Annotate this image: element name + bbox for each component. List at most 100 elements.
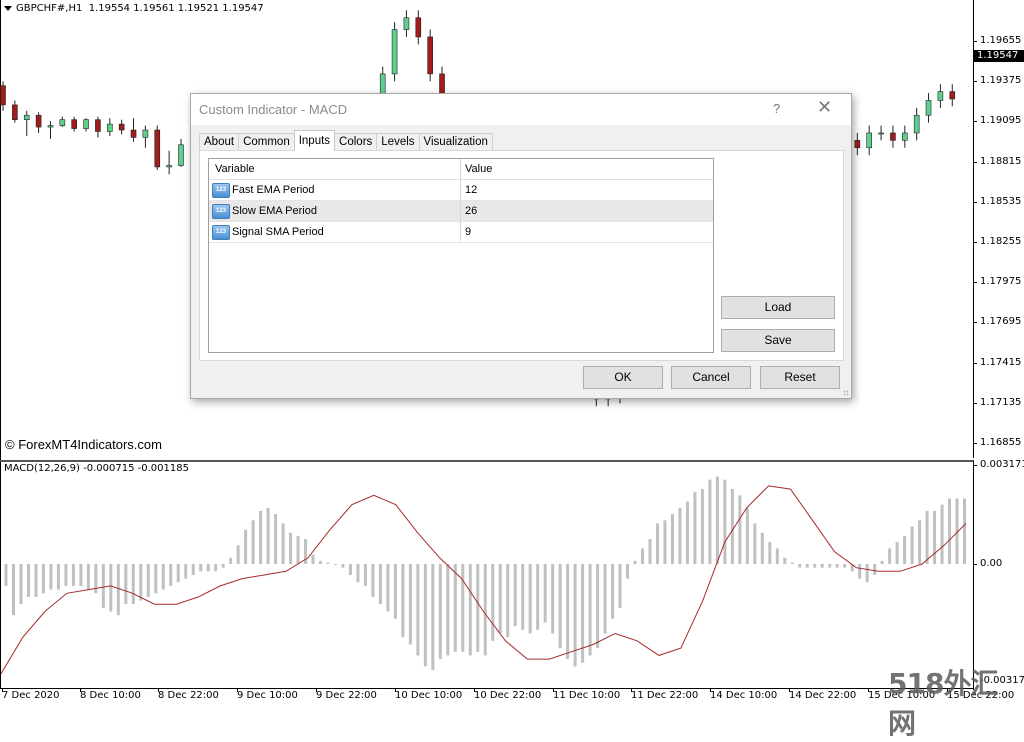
tab-common[interactable]: Common xyxy=(238,133,295,151)
macd-histogram-bar xyxy=(865,564,869,583)
macd-histogram-bar xyxy=(738,495,742,564)
macd-histogram-bar xyxy=(775,548,779,564)
tab-about[interactable]: About xyxy=(199,133,240,151)
macd-histogram-bar xyxy=(820,564,824,568)
macd-histogram-bar xyxy=(948,498,952,564)
macd-histogram-bar xyxy=(169,564,173,586)
macd-histogram-bar xyxy=(251,520,255,564)
macd-histogram-bar xyxy=(648,539,652,564)
macd-histogram-bar xyxy=(221,564,225,568)
macd-histogram-bar xyxy=(131,564,135,605)
symbol-header[interactable]: GBPCHF#,H1 1.19554 1.19561 1.19521 1.195… xyxy=(4,3,264,14)
variable-value[interactable]: 26 xyxy=(465,205,477,217)
macd-histogram-bar xyxy=(685,501,689,564)
macd-histogram-bar xyxy=(393,564,397,619)
macd-histogram-bar xyxy=(655,523,659,564)
price-axis-tick xyxy=(973,322,977,324)
macd-histogram-bar xyxy=(71,564,75,586)
macd-axis-tick xyxy=(973,465,977,466)
grid-row-fast-ema[interactable]: 123 Fast EMA Period 12 xyxy=(209,180,713,201)
macd-histogram-bar xyxy=(64,564,68,586)
macd-histogram-bar xyxy=(753,523,757,564)
macd-histogram-bar xyxy=(588,564,592,656)
grid-header: Variable Value xyxy=(209,159,713,180)
time-axis-label: 7 Dec 2020 xyxy=(2,690,60,701)
dialog-titlebar[interactable]: Custom Indicator - MACD ? ✕ xyxy=(191,94,851,125)
price-axis-label: 1.19375 xyxy=(980,75,1022,87)
macd-histogram-bar xyxy=(363,564,367,586)
macd-histogram-bar xyxy=(101,564,105,608)
time-axis-tick xyxy=(474,688,475,692)
header-variable[interactable]: Variable xyxy=(215,163,255,175)
close-button[interactable]: ✕ xyxy=(817,98,832,116)
price-axis-tick xyxy=(973,161,977,163)
macd-histogram-bar xyxy=(843,564,847,568)
time-axis-tick xyxy=(80,688,81,692)
macd-histogram-bar xyxy=(528,564,532,634)
macd-histogram-bar xyxy=(918,520,922,564)
macd-histogram-bar xyxy=(626,564,630,579)
macd-histogram-bar xyxy=(513,564,517,627)
macd-histogram-bar xyxy=(34,564,38,597)
time-axis-label: 8 Dec 10:00 xyxy=(80,690,141,701)
variable-name: Signal SMA Period xyxy=(232,226,324,238)
macd-histogram-bar xyxy=(910,526,914,564)
price-axis-label: 1.17135 xyxy=(980,396,1022,408)
time-axis-label: 11 Dec 10:00 xyxy=(553,690,621,701)
load-button[interactable]: Load xyxy=(721,296,835,319)
reset-button[interactable]: Reset xyxy=(760,366,840,389)
tab-visualization[interactable]: Visualization xyxy=(418,133,493,151)
ok-button[interactable]: OK xyxy=(583,366,663,389)
save-button[interactable]: Save xyxy=(721,329,835,352)
macd-histogram-bar xyxy=(715,476,719,564)
macd-histogram-bar xyxy=(86,564,90,590)
macd-histogram-bar xyxy=(880,560,884,564)
macd-histogram-bar xyxy=(558,564,562,649)
custom-indicator-dialog: Custom Indicator - MACD ? ✕ About Common… xyxy=(190,93,852,399)
time-axis-label: 9 Dec 10:00 xyxy=(237,690,298,701)
symbol-ohlc-text: GBPCHF#,H1 1.19554 1.19561 1.19521 1.195… xyxy=(16,3,264,14)
time-axis-tick xyxy=(868,688,869,692)
column-separator[interactable] xyxy=(460,159,461,241)
cancel-button[interactable]: Cancel xyxy=(671,366,751,389)
tab-inputs[interactable]: Inputs xyxy=(293,130,336,151)
macd-histogram-bar xyxy=(206,564,210,572)
macd-histogram-bar xyxy=(446,564,450,656)
inputs-panel: Variable Value 123 Fast EMA Period 12 12… xyxy=(199,150,844,361)
macd-histogram-bar xyxy=(940,504,944,564)
header-value[interactable]: Value xyxy=(465,163,492,175)
current-price-label: 1.19547 xyxy=(974,50,1024,62)
variable-value[interactable]: 12 xyxy=(465,184,477,196)
macd-histogram-bar xyxy=(289,532,293,564)
time-axis-tick xyxy=(158,688,159,692)
price-axis-tick xyxy=(973,81,977,83)
macd-histogram-bar xyxy=(371,564,375,597)
tab-colors[interactable]: Colors xyxy=(334,133,378,151)
time-axis-tick xyxy=(395,688,396,692)
macd-histogram-bar xyxy=(401,564,405,638)
macd-histogram-bar xyxy=(139,564,143,601)
time-axis-label: 14 Dec 22:00 xyxy=(789,690,857,701)
macd-histogram-bar xyxy=(618,564,622,608)
macd-histogram-bar xyxy=(858,564,862,579)
tab-levels[interactable]: Levels xyxy=(376,133,420,151)
time-axis-label: 10 Dec 22:00 xyxy=(474,690,542,701)
price-axis-tick xyxy=(973,443,977,444)
grid-row-signal-sma[interactable]: 123 Signal SMA Period 9 xyxy=(209,222,713,243)
macd-histogram-bar xyxy=(341,564,345,568)
time-axis-tick xyxy=(631,688,632,692)
variable-value[interactable]: 9 xyxy=(465,226,471,238)
dropdown-triangle-icon[interactable] xyxy=(4,5,12,11)
resize-grip-icon[interactable] xyxy=(843,390,849,396)
price-axis-tick xyxy=(973,41,977,42)
grid-row-slow-ema[interactable]: 123 Slow EMA Period 26 xyxy=(209,201,713,222)
macd-histogram-bar xyxy=(551,564,555,634)
integer-type-icon: 123 xyxy=(212,183,230,198)
macd-histogram-bar xyxy=(11,564,15,616)
macd-histogram-bar xyxy=(124,564,128,605)
price-axis-tick xyxy=(973,362,977,364)
help-button[interactable]: ? xyxy=(773,101,780,116)
macd-histogram-bar xyxy=(745,507,749,564)
macd-histogram-bar xyxy=(873,564,877,575)
macd-histogram-bar xyxy=(663,520,667,564)
